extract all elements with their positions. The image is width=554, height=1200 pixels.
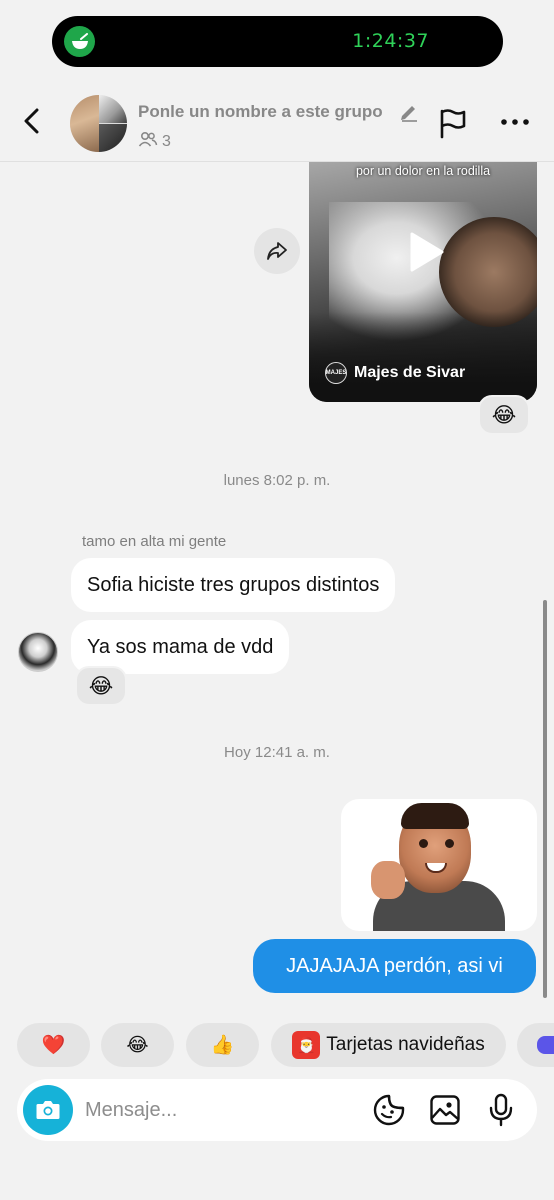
video-message[interactable]: por un dolor en la rodilla MAJES Majes d…: [309, 162, 537, 402]
sticker-message[interactable]: [341, 799, 537, 931]
live-activity-island[interactable]: 1:24:37: [52, 16, 503, 67]
gallery-icon[interactable]: [427, 1092, 463, 1128]
message-input[interactable]: [85, 1089, 355, 1131]
quick-reply-games[interactable]: [517, 1023, 554, 1067]
sticker-icon[interactable]: [371, 1092, 407, 1128]
more-horizontal-icon[interactable]: [499, 112, 531, 132]
sender-name: tamo en alta mi gente: [82, 533, 227, 550]
pencil-icon[interactable]: [398, 100, 420, 122]
source-logo: MAJES: [325, 362, 347, 384]
quick-reply-heart[interactable]: ❤️: [17, 1023, 90, 1067]
heart-icon: ❤️: [41, 1035, 66, 1056]
chevron-left-icon[interactable]: [18, 106, 46, 136]
reaction-badge[interactable]: 😂: [478, 395, 530, 435]
quick-reply-christmas-cards[interactable]: 🎅 Tarjetas navideñas: [271, 1023, 506, 1067]
member-count-value: 3: [162, 132, 171, 150]
scrollbar[interactable]: [543, 600, 547, 998]
chat-header: Ponle un nombre a este grupo 3: [0, 80, 554, 162]
video-source[interactable]: MAJES Majes de Sivar: [325, 362, 465, 384]
group-name[interactable]: Ponle un nombre a este grupo: [138, 102, 383, 122]
share-button[interactable]: [254, 228, 300, 274]
quick-reply-laugh[interactable]: 😂: [101, 1023, 174, 1067]
activity-timer: 1:24:37: [352, 30, 429, 52]
santa-icon: 🎅: [292, 1031, 321, 1059]
avatar[interactable]: [18, 632, 58, 672]
timestamp: Hoy 12:41 a. m.: [224, 744, 330, 761]
camera-icon[interactable]: [23, 1085, 73, 1135]
group-avatar[interactable]: [70, 95, 127, 152]
message-bubble-in[interactable]: Sofia hiciste tres grupos distintos: [71, 558, 396, 612]
flag-icon[interactable]: [437, 107, 469, 139]
message-composer: [17, 1079, 537, 1141]
laughing-emoji-icon: 😂: [126, 1034, 149, 1056]
microphone-icon[interactable]: [483, 1092, 519, 1128]
timestamp: lunes 8:02 p. m.: [223, 472, 331, 489]
message-bubble-out[interactable]: JAJAJAJA perdón, asi vi: [253, 939, 536, 993]
people-icon: [138, 131, 158, 152]
chip-label: Tarjetas navideñas: [326, 1034, 485, 1055]
reaction-badge[interactable]: 😂: [75, 666, 127, 706]
share-arrow-icon: [267, 242, 287, 260]
source-name: Majes de Sivar: [354, 364, 466, 381]
thumbs-up-icon: 👍: [210, 1035, 235, 1056]
quick-reply-thumbs-up[interactable]: 👍: [186, 1023, 259, 1067]
gamepad-icon: [537, 1036, 554, 1054]
member-count[interactable]: 3: [138, 131, 171, 152]
video-caption: por un dolor en la rodilla: [355, 164, 491, 178]
play-icon[interactable]: [406, 230, 446, 274]
bowl-icon: [64, 26, 95, 57]
